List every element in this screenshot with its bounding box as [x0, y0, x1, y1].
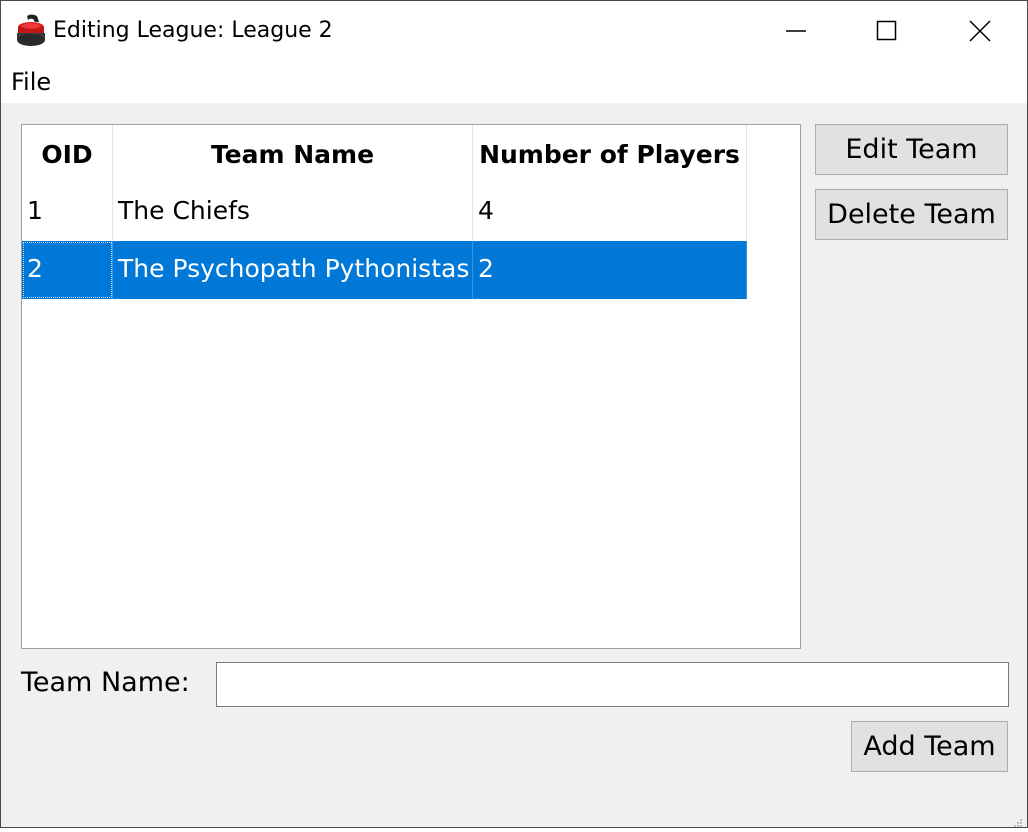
maximize-icon	[876, 20, 897, 41]
main-window: Editing League: League 2 File OID Team N…	[0, 0, 1028, 828]
window-title: Editing League: League 2	[53, 18, 333, 43]
table-row-selected[interactable]: 2 The Psychopath Pythonistas 2	[22, 241, 747, 299]
column-header-oid[interactable]: OID	[22, 125, 113, 187]
maximize-button[interactable]	[841, 1, 933, 61]
cell-team-name[interactable]: The Psychopath Pythonistas	[113, 241, 473, 299]
minimize-button[interactable]	[750, 1, 842, 61]
close-button[interactable]	[934, 1, 1026, 61]
cell-oid[interactable]: 2	[22, 241, 113, 299]
resize-grip-icon[interactable]	[1013, 813, 1023, 827]
column-header-number-of-players[interactable]: Number of Players	[473, 125, 747, 187]
curling-stone-icon	[15, 13, 47, 47]
delete-team-button[interactable]: Delete Team	[815, 189, 1008, 240]
column-header-team-name[interactable]: Team Name	[113, 125, 473, 187]
edit-team-button[interactable]: Edit Team	[815, 124, 1008, 175]
cell-number-of-players[interactable]: 4	[473, 183, 747, 241]
menu-bar: File	[1, 61, 1027, 103]
table-header: OID Team Name Number of Players	[22, 125, 747, 187]
minimize-icon	[786, 30, 806, 32]
team-name-label: Team Name:	[21, 667, 190, 698]
title-bar[interactable]: Editing League: League 2	[1, 1, 1027, 61]
team-name-input[interactable]	[216, 662, 1009, 707]
teams-table[interactable]: OID Team Name Number of Players 1 The Ch…	[21, 124, 801, 649]
menu-file[interactable]: File	[11, 68, 51, 96]
add-team-button[interactable]: Add Team	[851, 721, 1008, 772]
close-icon	[969, 20, 991, 42]
cell-oid[interactable]: 1	[22, 183, 113, 241]
table-row[interactable]: 1 The Chiefs 4	[22, 183, 747, 241]
cell-team-name[interactable]: The Chiefs	[113, 183, 473, 241]
cell-number-of-players[interactable]: 2	[473, 241, 747, 299]
